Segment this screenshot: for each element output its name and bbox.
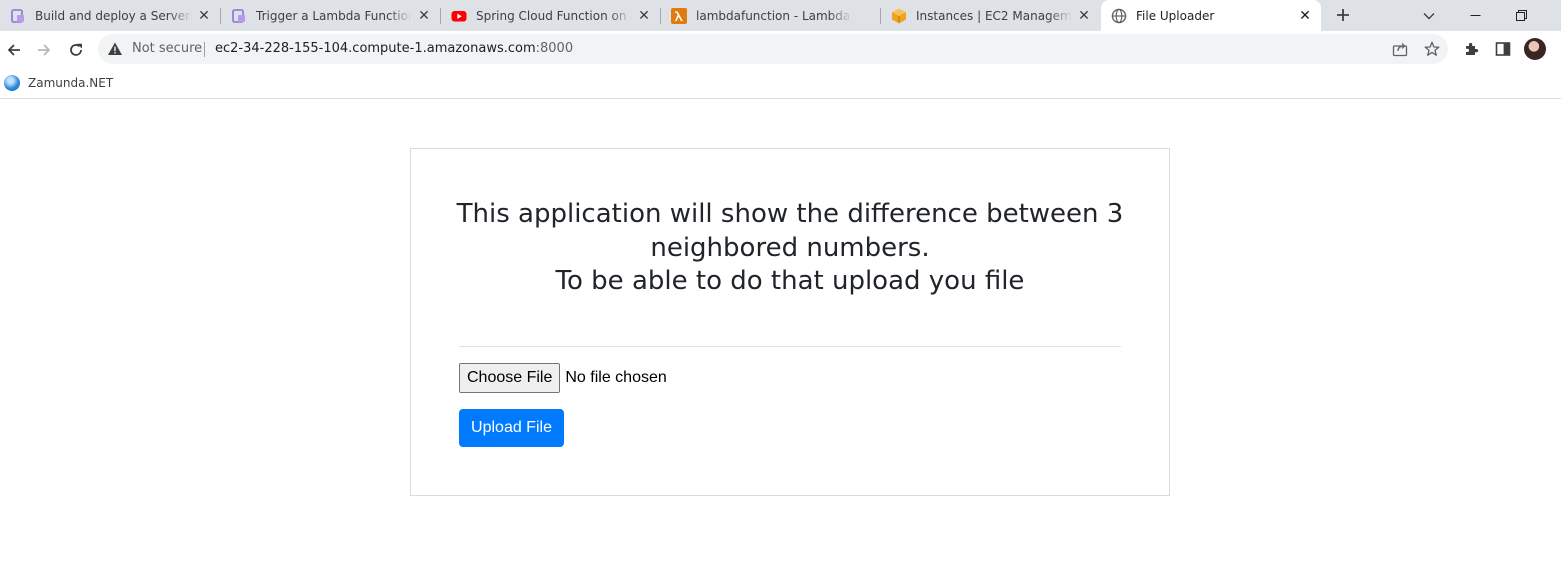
url-text[interactable]: ec2-34-228-155-104.compute-1.amazonaws.c… [215,41,573,56]
tab-title: Spring Cloud Function on AW [476,8,632,23]
address-bar[interactable]: Not secure ec2-34-228-155-104.compute-1.… [98,34,1448,64]
close-icon[interactable]: ✕ [416,8,432,24]
page-heading: This application will show the differenc… [411,198,1169,299]
document-icon [231,8,247,24]
aws-ec2-icon [891,8,907,24]
chevron-down-icon [1423,12,1435,19]
tab-title: File Uploader [1136,8,1215,23]
upload-card: This application will show the differenc… [410,148,1170,496]
file-status: No file chosen [565,369,667,386]
restore-button[interactable] [1498,0,1544,31]
side-panel-icon[interactable] [1490,36,1516,62]
bookmark-zamunda[interactable]: Zamunda.NET [4,73,113,93]
heading-line: To be able to do that upload you file [555,266,1025,296]
extensions-icon[interactable] [1458,36,1484,62]
document-icon [10,8,26,24]
security-label[interactable]: Not secure [132,41,202,56]
browser-tab[interactable]: lambdafunction - Lambda ✕ [661,0,880,31]
share-icon[interactable] [1390,39,1410,59]
minimize-icon [1470,15,1480,16]
close-icon[interactable]: ✕ [636,8,652,24]
profile-avatar[interactable] [1524,38,1546,60]
tab-search-button[interactable] [1406,0,1452,31]
bookmark-label: Zamunda.NET [28,76,114,90]
arrow-left-icon [7,44,20,56]
browser-tab[interactable]: Trigger a Lambda Function Us ✕ [221,0,440,31]
tab-title: lambdafunction - Lambda [696,8,851,23]
tab-title: Trigger a Lambda Function Us [256,8,412,23]
bookmark-favicon-icon [4,75,20,91]
tab-strip: Build and deploy a Serverless ✕ Trigger … [0,0,1561,31]
upload-file-button[interactable]: Upload File [459,409,564,447]
tab-title: Build and deploy a Serverless [35,8,192,23]
choose-file-button[interactable]: Choose File [459,363,561,393]
plus-icon [1337,9,1349,21]
heading-line: This application will show the differenc… [456,199,1124,229]
tab-title: Instances | EC2 Management [916,8,1072,23]
browser-tab-active[interactable]: File Uploader ✕ [1101,0,1321,31]
arrow-right-icon [38,44,51,56]
restore-icon [1515,10,1527,21]
close-icon[interactable]: ✕ [196,8,212,24]
youtube-icon [451,8,467,24]
minimize-button[interactable] [1452,0,1498,31]
star-icon[interactable] [1422,39,1442,59]
globe-icon [1111,8,1127,24]
browser-tab[interactable]: Instances | EC2 Management ✕ [881,0,1100,31]
reload-icon [70,43,82,56]
forward-button[interactable] [30,36,58,64]
browser-tab[interactable]: Spring Cloud Function on AW ✕ [441,0,660,31]
back-button[interactable] [0,36,28,64]
file-input[interactable]: Choose File No file chosen [459,363,667,393]
bookmarks-bar: Zamunda.NET [0,68,1561,99]
url-port: :8000 [535,41,574,56]
close-icon[interactable]: ✕ [1297,8,1313,24]
divider [459,346,1121,347]
reload-button[interactable] [62,36,90,64]
new-tab-button[interactable] [1331,3,1355,27]
browser-tab[interactable]: Build and deploy a Serverless ✕ [0,0,220,31]
close-icon[interactable]: ✕ [1076,8,1092,24]
aws-lambda-icon [671,7,687,24]
omnibox-divider [204,42,205,57]
warning-icon[interactable] [107,41,123,57]
url-host: ec2-34-228-155-104.compute-1.amazonaws.c… [215,41,536,56]
browser-toolbar: Not secure ec2-34-228-155-104.compute-1.… [0,31,1561,68]
page-content: This application will show the differenc… [0,100,1561,570]
heading-line: neighbored numbers. [650,232,930,263]
